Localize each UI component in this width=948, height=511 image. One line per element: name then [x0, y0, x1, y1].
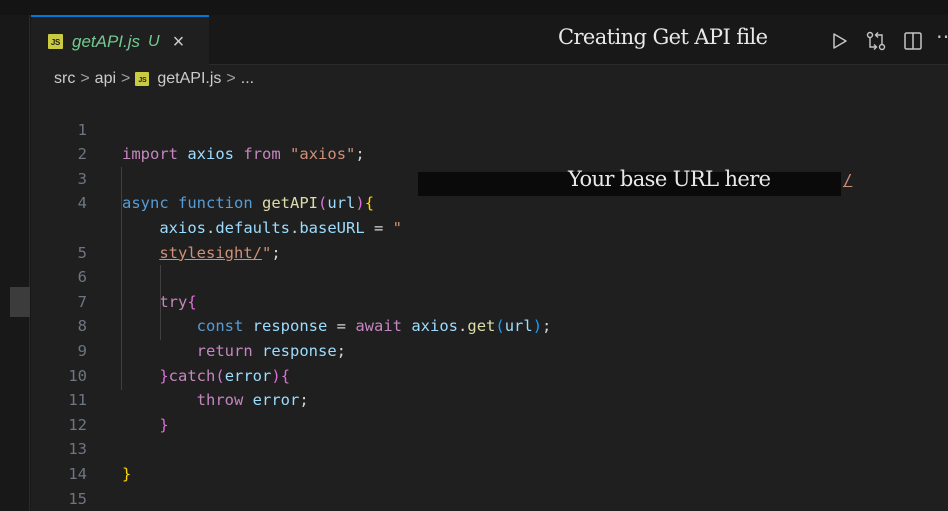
javascript-file-icon: JS	[48, 34, 63, 49]
code-line: 3 async function getAPI(url){	[31, 142, 948, 213]
scroll-indicator[interactable]	[10, 287, 30, 317]
video-caption-title: Creating Get API file	[558, 25, 768, 49]
tab-getapi-js[interactable]: JS getAPI.js U ×	[31, 15, 209, 66]
code-line: 7 const response = await axios.get(url);	[31, 265, 948, 336]
code-line: 9 }catch(error){	[31, 314, 948, 385]
code-line: 8 return response;	[31, 290, 948, 360]
breadcrumb-separator: >	[226, 70, 236, 87]
code-line: 15 export default getAPI;	[31, 462, 948, 508]
untracked-status-badge: U	[148, 32, 160, 50]
breadcrumb-separator: >	[80, 70, 90, 87]
indent-guide	[121, 167, 122, 390]
code-line: 2	[31, 118, 948, 163]
activity-gutter	[0, 15, 30, 511]
breadcrumb-item-symbols[interactable]: ...	[241, 70, 254, 88]
indent-guide	[160, 265, 161, 340]
javascript-file-icon: JS	[135, 72, 150, 86]
breadcrumb-item-file[interactable]: getAPI.js	[157, 70, 221, 88]
code-line: 12	[31, 388, 948, 434]
window-top-strip	[0, 0, 948, 15]
more-actions-icon[interactable]: ⋯	[936, 27, 948, 54]
split-editor-icon[interactable]	[903, 28, 923, 54]
tab-bar: JS getAPI.js U × Creating Get API file ⋯	[31, 15, 948, 66]
code-line: 1 import axios from "axios";	[31, 93, 948, 164]
redaction-label: Your base URL here	[568, 167, 771, 191]
breadcrumb: src > api > JS getAPI.js > ...	[54, 68, 254, 90]
compare-changes-icon[interactable]	[865, 28, 887, 54]
breadcrumb-item-api[interactable]: api	[95, 70, 116, 88]
close-icon[interactable]: ×	[173, 32, 185, 52]
code-editor[interactable]: 1 import axios from "axios"; 2 3 async f…	[31, 93, 948, 511]
code-line: 6 try{	[31, 241, 948, 311]
run-icon[interactable]	[830, 28, 850, 54]
breadcrumb-item-src[interactable]: src	[54, 70, 75, 88]
tab-filename: getAPI.js	[72, 31, 141, 51]
breadcrumb-separator: >	[121, 70, 131, 87]
url-tail: /	[843, 171, 853, 189]
editor-area: JS getAPI.js U × Creating Get API file ⋯…	[31, 15, 948, 511]
code-line: 13 }	[31, 413, 948, 483]
code-line: 16	[31, 487, 948, 511]
code-line: 10 throw error;	[31, 339, 948, 410]
code-line: 5	[31, 216, 948, 262]
code-line: 14	[31, 437, 948, 483]
code-line: 11 }	[31, 364, 948, 434]
